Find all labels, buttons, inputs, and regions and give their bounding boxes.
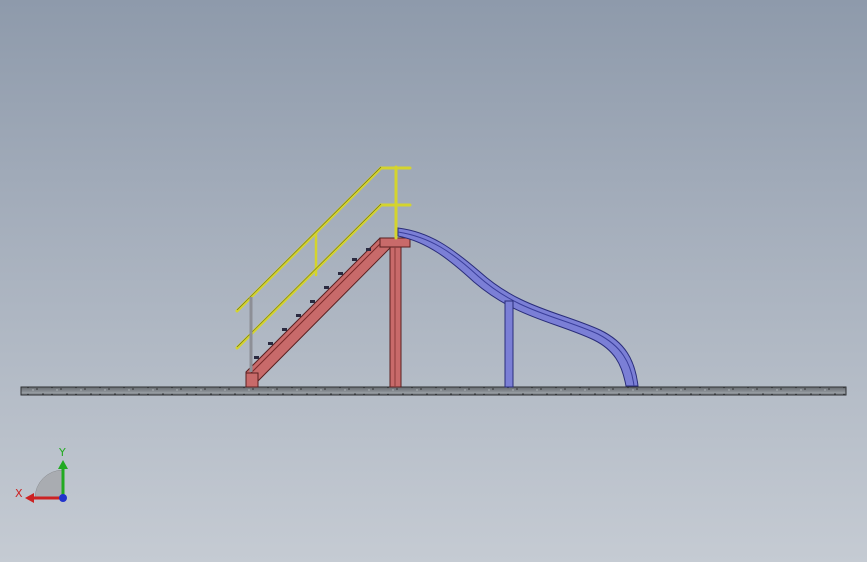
slide-chute[interactable]	[397, 227, 639, 387]
model-canvas[interactable]: Y X	[0, 0, 867, 562]
ground-plate[interactable]	[20, 386, 847, 396]
graphics-viewport[interactable]: Y X	[0, 0, 867, 562]
x-axis-label: X	[15, 487, 23, 500]
triad-plane-icon	[34, 469, 64, 499]
stair-stringer[interactable]	[245, 237, 411, 388]
z-axis-dot	[59, 494, 67, 502]
coordinate-triad: Y X	[15, 446, 68, 503]
slide-support-leg[interactable]	[504, 300, 514, 388]
y-axis-label: Y	[58, 446, 66, 459]
